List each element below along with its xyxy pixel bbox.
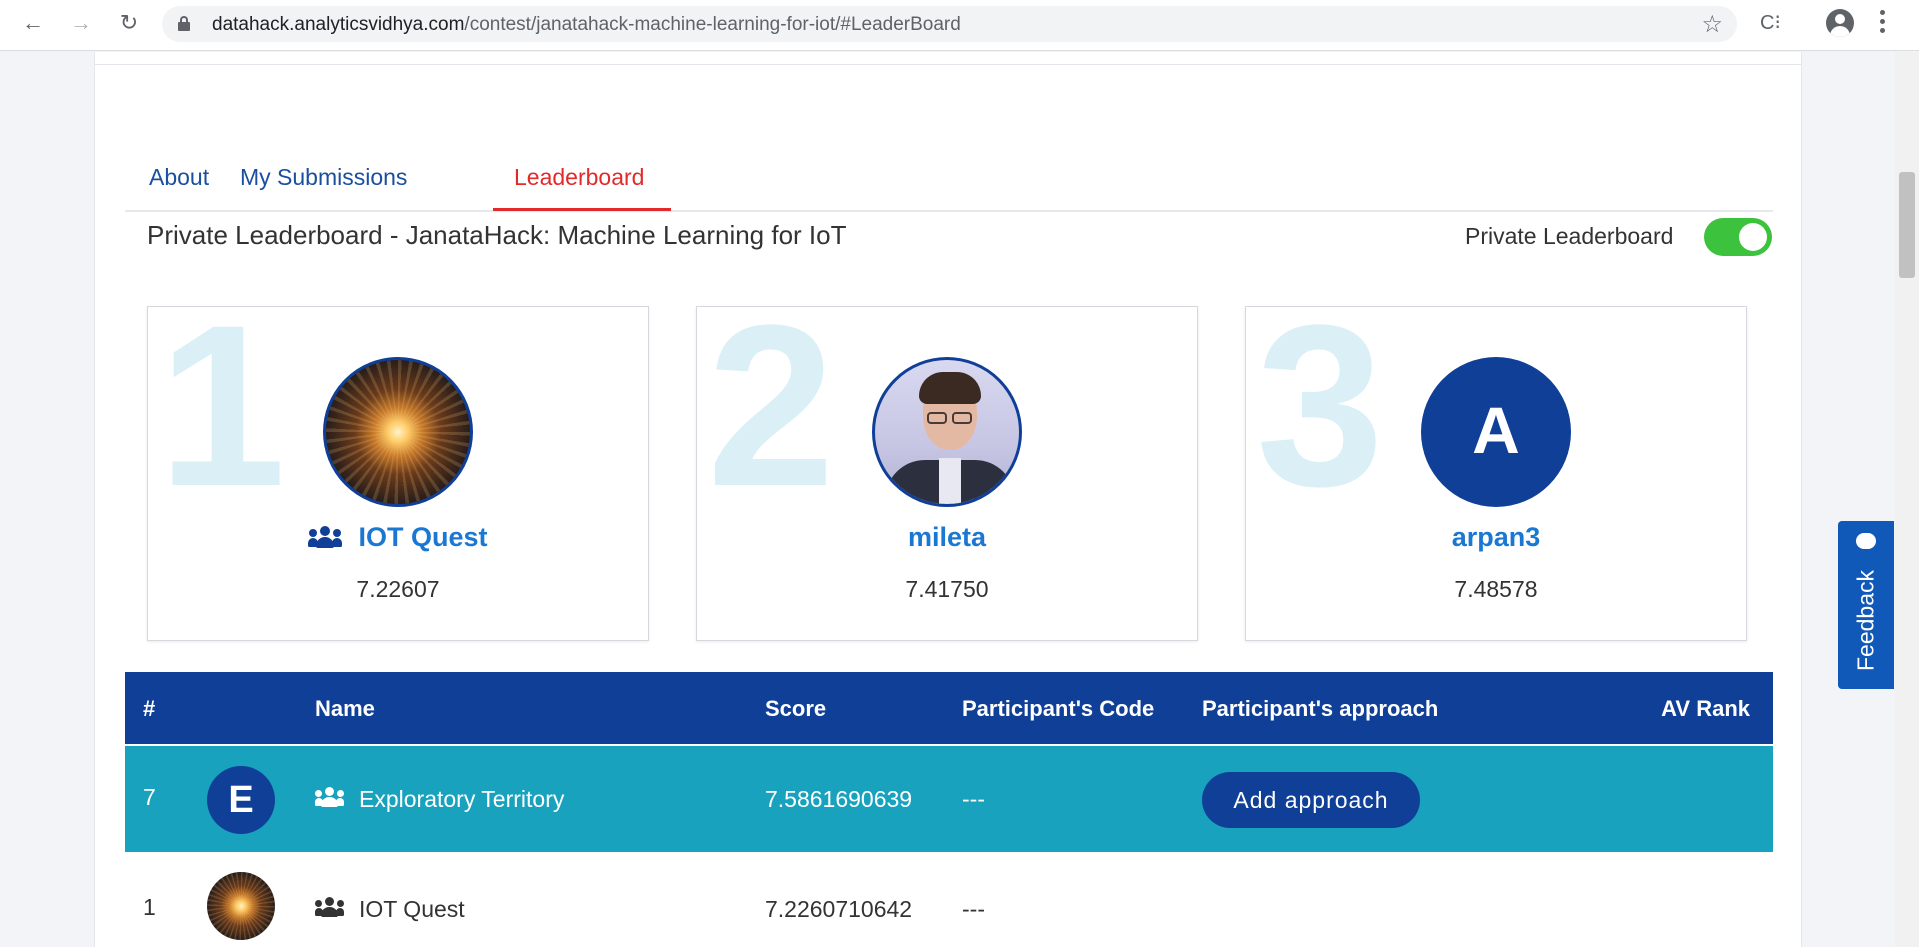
team-icon	[308, 526, 343, 548]
table-row: 7 E Exploratory Territory 7.5861690639 -…	[125, 746, 1773, 852]
contest-tabs: About My Submissions Leaderboard	[125, 104, 1773, 212]
scrollbar-thumb[interactable]	[1899, 172, 1915, 278]
add-approach-button[interactable]: Add approach	[1202, 772, 1420, 828]
podium-rank: 2	[707, 277, 835, 534]
row-code: ---	[962, 896, 985, 922]
podium-score: 7.48578	[1454, 576, 1538, 602]
podium-card-1: 1 IOT Quest 7.22607	[147, 291, 649, 641]
podium-score: 7.22607	[356, 576, 440, 602]
header-score: Score	[765, 696, 827, 721]
avatar[interactable]	[872, 357, 1022, 507]
team-icon	[315, 786, 349, 813]
toggle-knob	[1739, 223, 1767, 251]
row-score: 7.5861690639	[765, 786, 913, 812]
row-rank: 1	[143, 894, 156, 920]
header-approach: Participant's approach	[1202, 696, 1439, 721]
browser-toolbar: ← → ↻ datahack.analyticsvidhya.com/conte…	[0, 0, 1919, 51]
podium-card-3: 3 A arpan3 7.48578	[1245, 291, 1747, 641]
avatar[interactable]	[323, 357, 473, 507]
address-bar[interactable]: datahack.analyticsvidhya.com/contest/jan…	[162, 6, 1737, 42]
avatar[interactable]	[207, 872, 275, 940]
header-av-rank: AV Rank	[1661, 696, 1750, 721]
team-icon	[315, 896, 349, 923]
podium-name-text[interactable]: IOT Quest	[358, 522, 487, 552]
table-row: 1 IOT Quest 7.2260710642 ---	[125, 852, 1773, 947]
page-background: About My Submissions Leaderboard Private…	[0, 52, 1919, 947]
header-name: Name	[315, 696, 375, 721]
tab-about[interactable]: About	[149, 164, 209, 191]
url-path: /contest/janatahack-machine-learning-for…	[464, 14, 961, 35]
row-score: 7.2260710642	[765, 896, 913, 922]
podium-rank: 1	[158, 277, 286, 534]
avatar[interactable]: A	[1421, 357, 1571, 507]
leaderboard-title: Private Leaderboard - JanataHack: Machin…	[147, 220, 847, 250]
url-text[interactable]: datahack.analyticsvidhya.com/contest/jan…	[212, 14, 961, 36]
lock-icon[interactable]	[178, 16, 190, 31]
podium-name[interactable]: IOT Quest	[148, 522, 648, 553]
avatar[interactable]: E	[207, 766, 275, 834]
back-icon[interactable]: ←	[18, 8, 48, 38]
active-tab-underline	[493, 208, 671, 211]
podium-name[interactable]: mileta	[697, 522, 1197, 553]
podium-score: 7.41750	[905, 576, 989, 602]
podium-card-2: 2 mileta 7.41750	[696, 291, 1198, 641]
browser-menu-icon[interactable]	[1880, 10, 1886, 36]
header-code: Participant's Code	[962, 696, 1155, 721]
podium-rank: 3	[1256, 277, 1384, 534]
reload-icon[interactable]: ↻	[114, 8, 144, 38]
private-leaderboard-label: Private Leaderboard	[1465, 223, 1674, 249]
row-rank: 7	[143, 784, 156, 810]
private-leaderboard-toggle[interactable]	[1704, 218, 1772, 256]
extension-icon[interactable]: C⁝	[1760, 10, 1781, 35]
podium-name[interactable]: arpan3	[1246, 522, 1746, 553]
row-name[interactable]: IOT Quest	[359, 896, 465, 923]
contest-panel: About My Submissions Leaderboard Private…	[94, 52, 1802, 947]
url-domain: datahack.analyticsvidhya.com	[212, 14, 465, 35]
feedback-button[interactable]: Feedback	[1838, 521, 1894, 689]
chat-bubble-icon	[1856, 533, 1876, 549]
tab-my-submissions[interactable]: My Submissions	[240, 164, 407, 191]
feedback-label: Feedback	[1852, 570, 1879, 672]
leaderboard-table-header: # Name Score Participant's Code Particip…	[125, 672, 1773, 744]
tab-leaderboard[interactable]: Leaderboard	[514, 164, 644, 191]
row-name[interactable]: Exploratory Territory	[359, 786, 564, 813]
page-scrollbar[interactable]	[1895, 52, 1919, 947]
header-rank: #	[143, 696, 156, 721]
bookmark-star-icon[interactable]: ☆	[1701, 10, 1723, 39]
row-code: ---	[962, 786, 985, 812]
forward-icon[interactable]: →	[66, 8, 96, 38]
profile-icon[interactable]	[1826, 9, 1854, 37]
